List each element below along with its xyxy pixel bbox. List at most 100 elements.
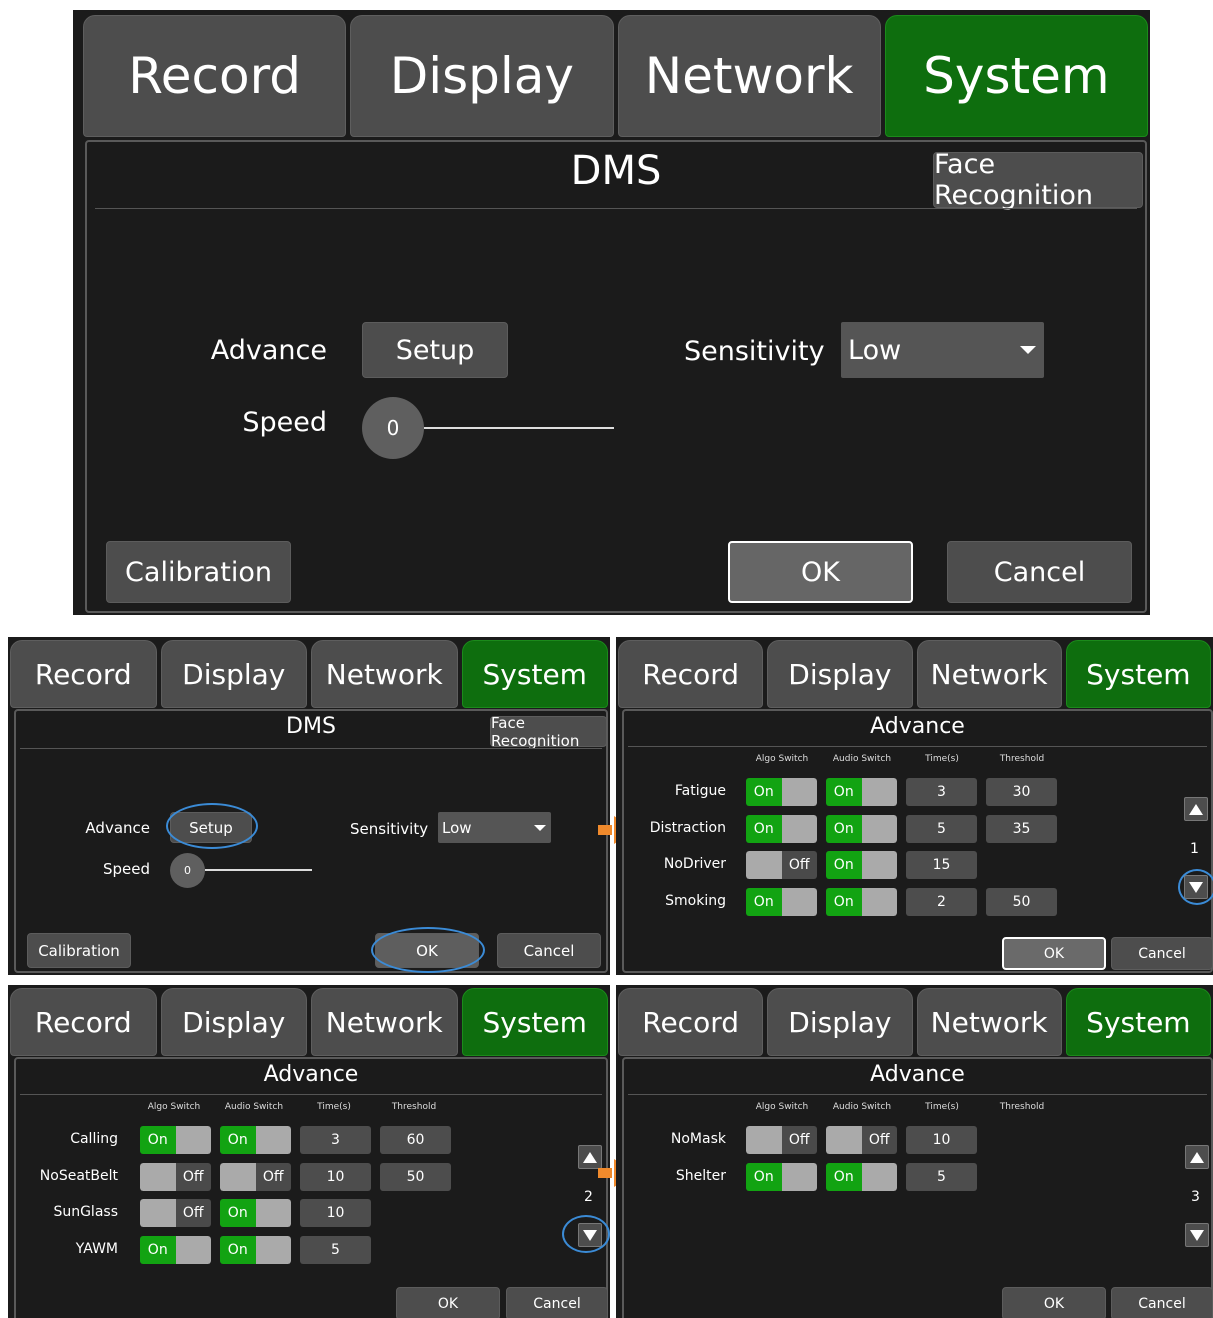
page-number: 2	[584, 1189, 593, 1205]
cancel-button[interactable]: Cancel	[1111, 937, 1213, 970]
time-field[interactable]: 2	[906, 888, 977, 916]
algo-switch-toggle[interactable]: On	[140, 1126, 211, 1154]
toggle-thumb	[861, 1163, 897, 1191]
page-up-button[interactable]	[578, 1145, 602, 1169]
cancel-button[interactable]: Cancel	[506, 1287, 608, 1318]
tab-record[interactable]: Record	[10, 640, 157, 708]
col-header-threshold: Threshold	[999, 754, 1045, 764]
col-header-algo: Algo Switch	[147, 1102, 201, 1112]
tab-record[interactable]: Record	[10, 988, 157, 1056]
toggle-label: On	[140, 1236, 176, 1264]
tab-display[interactable]: Display	[767, 988, 913, 1056]
time-field[interactable]: 10	[906, 1126, 977, 1154]
audio-switch-toggle[interactable]: On	[826, 1163, 897, 1191]
tab-display[interactable]: Display	[767, 640, 913, 708]
page-up-button[interactable]	[1184, 797, 1208, 821]
threshold-field[interactable]: 30	[986, 778, 1057, 806]
speed-slider-track[interactable]	[424, 427, 614, 429]
tab-system[interactable]: System	[461, 640, 608, 708]
toggle-thumb	[175, 1236, 211, 1264]
calibration-button[interactable]: Calibration	[106, 541, 291, 603]
threshold-field[interactable]: 60	[380, 1126, 451, 1154]
cancel-button[interactable]: Cancel	[947, 541, 1132, 603]
algo-switch-toggle[interactable]: On	[746, 778, 817, 806]
audio-switch-toggle[interactable]: On	[826, 815, 897, 843]
page-up-button[interactable]	[1185, 1145, 1209, 1169]
time-field[interactable]: 10	[300, 1163, 371, 1191]
algo-switch-toggle[interactable]: Off	[140, 1199, 211, 1227]
time-field[interactable]: 5	[300, 1236, 371, 1264]
setup-button[interactable]: Setup	[362, 322, 508, 378]
audio-switch-toggle[interactable]: On	[220, 1199, 291, 1227]
audio-switch-toggle[interactable]: Off	[826, 1126, 897, 1154]
sensitivity-select[interactable]: Low	[438, 812, 551, 843]
row-label: Shelter	[675, 1168, 726, 1184]
time-field[interactable]: 3	[906, 778, 977, 806]
audio-switch-toggle[interactable]: On	[826, 888, 897, 916]
time-field[interactable]: 15	[906, 851, 977, 879]
tab-record[interactable]: Record	[83, 15, 347, 137]
speed-slider-knob[interactable]: 0	[170, 853, 205, 888]
algo-switch-toggle[interactable]: On	[746, 888, 817, 916]
tab-display[interactable]: Display	[160, 640, 307, 708]
sensitivity-label: Sensitivity	[350, 820, 429, 838]
tab-system[interactable]: System	[1065, 640, 1211, 708]
ok-button[interactable]: OK	[1002, 1287, 1106, 1318]
page-number: 3	[1191, 1189, 1200, 1205]
tab-network[interactable]: Network	[617, 15, 881, 137]
threshold-field[interactable]: 50	[986, 888, 1057, 916]
col-header-audio: Audio Switch	[832, 1102, 892, 1112]
toggle-label: On	[826, 778, 862, 806]
tab-network[interactable]: Network	[311, 640, 458, 708]
calibration-button[interactable]: Calibration	[27, 933, 131, 968]
algo-switch-toggle[interactable]: Off	[140, 1163, 211, 1191]
tab-display[interactable]: Display	[160, 988, 307, 1056]
tab-record[interactable]: Record	[618, 640, 764, 708]
tab-network[interactable]: Network	[916, 640, 1062, 708]
face-recognition-button[interactable]: Face Recognition	[933, 149, 1143, 211]
page-down-button[interactable]	[1185, 1223, 1209, 1247]
tab-system[interactable]: System	[461, 988, 608, 1056]
ok-button[interactable]: OK	[728, 541, 913, 603]
tab-system[interactable]: System	[884, 15, 1148, 137]
ok-button[interactable]: OK	[1002, 937, 1106, 970]
algo-switch-toggle[interactable]: Off	[746, 1126, 817, 1154]
tab-display[interactable]: Display	[350, 15, 614, 137]
toggle-thumb	[140, 1163, 176, 1191]
face-recognition-button[interactable]: Face Recognition	[490, 714, 607, 750]
audio-switch-toggle[interactable]: On	[220, 1126, 291, 1154]
tab-system[interactable]: System	[1065, 988, 1211, 1056]
tab-network[interactable]: Network	[916, 988, 1062, 1056]
algo-switch-toggle[interactable]: On	[746, 815, 817, 843]
toggle-thumb	[861, 888, 897, 916]
algo-switch-toggle[interactable]: On	[140, 1236, 211, 1264]
toggle-thumb	[781, 1163, 817, 1191]
tab-network[interactable]: Network	[311, 988, 458, 1056]
audio-switch-toggle[interactable]: On	[826, 778, 897, 806]
ok-button[interactable]: OK	[396, 1287, 500, 1318]
cancel-button[interactable]: Cancel	[1111, 1287, 1213, 1318]
algo-switch-toggle[interactable]: Off	[746, 851, 817, 879]
time-field[interactable]: 5	[906, 1163, 977, 1191]
dms-panel: DMS Face Recognition Advance Setup Speed…	[85, 140, 1147, 613]
speed-slider-knob[interactable]: 0	[362, 397, 424, 459]
audio-switch-toggle[interactable]: Off	[220, 1163, 291, 1191]
arrow-up-icon	[583, 1151, 597, 1163]
sensitivity-select[interactable]: Low	[841, 322, 1044, 378]
toggle-label: On	[746, 1163, 782, 1191]
divider	[628, 746, 1207, 747]
speed-slider-track[interactable]	[205, 869, 312, 871]
cancel-button[interactable]: Cancel	[497, 933, 601, 968]
advance-label: Advance	[85, 819, 150, 837]
time-field[interactable]: 5	[906, 815, 977, 843]
highlight-ring	[562, 1215, 610, 1253]
tab-record[interactable]: Record	[618, 988, 764, 1056]
threshold-field[interactable]: 50	[380, 1163, 451, 1191]
algo-switch-toggle[interactable]: On	[746, 1163, 817, 1191]
time-field[interactable]: 3	[300, 1126, 371, 1154]
threshold-field[interactable]: 35	[986, 815, 1057, 843]
time-field[interactable]: 10	[300, 1199, 371, 1227]
audio-switch-toggle[interactable]: On	[826, 851, 897, 879]
sensitivity-label: Sensitivity	[684, 336, 825, 367]
audio-switch-toggle[interactable]: On	[220, 1236, 291, 1264]
